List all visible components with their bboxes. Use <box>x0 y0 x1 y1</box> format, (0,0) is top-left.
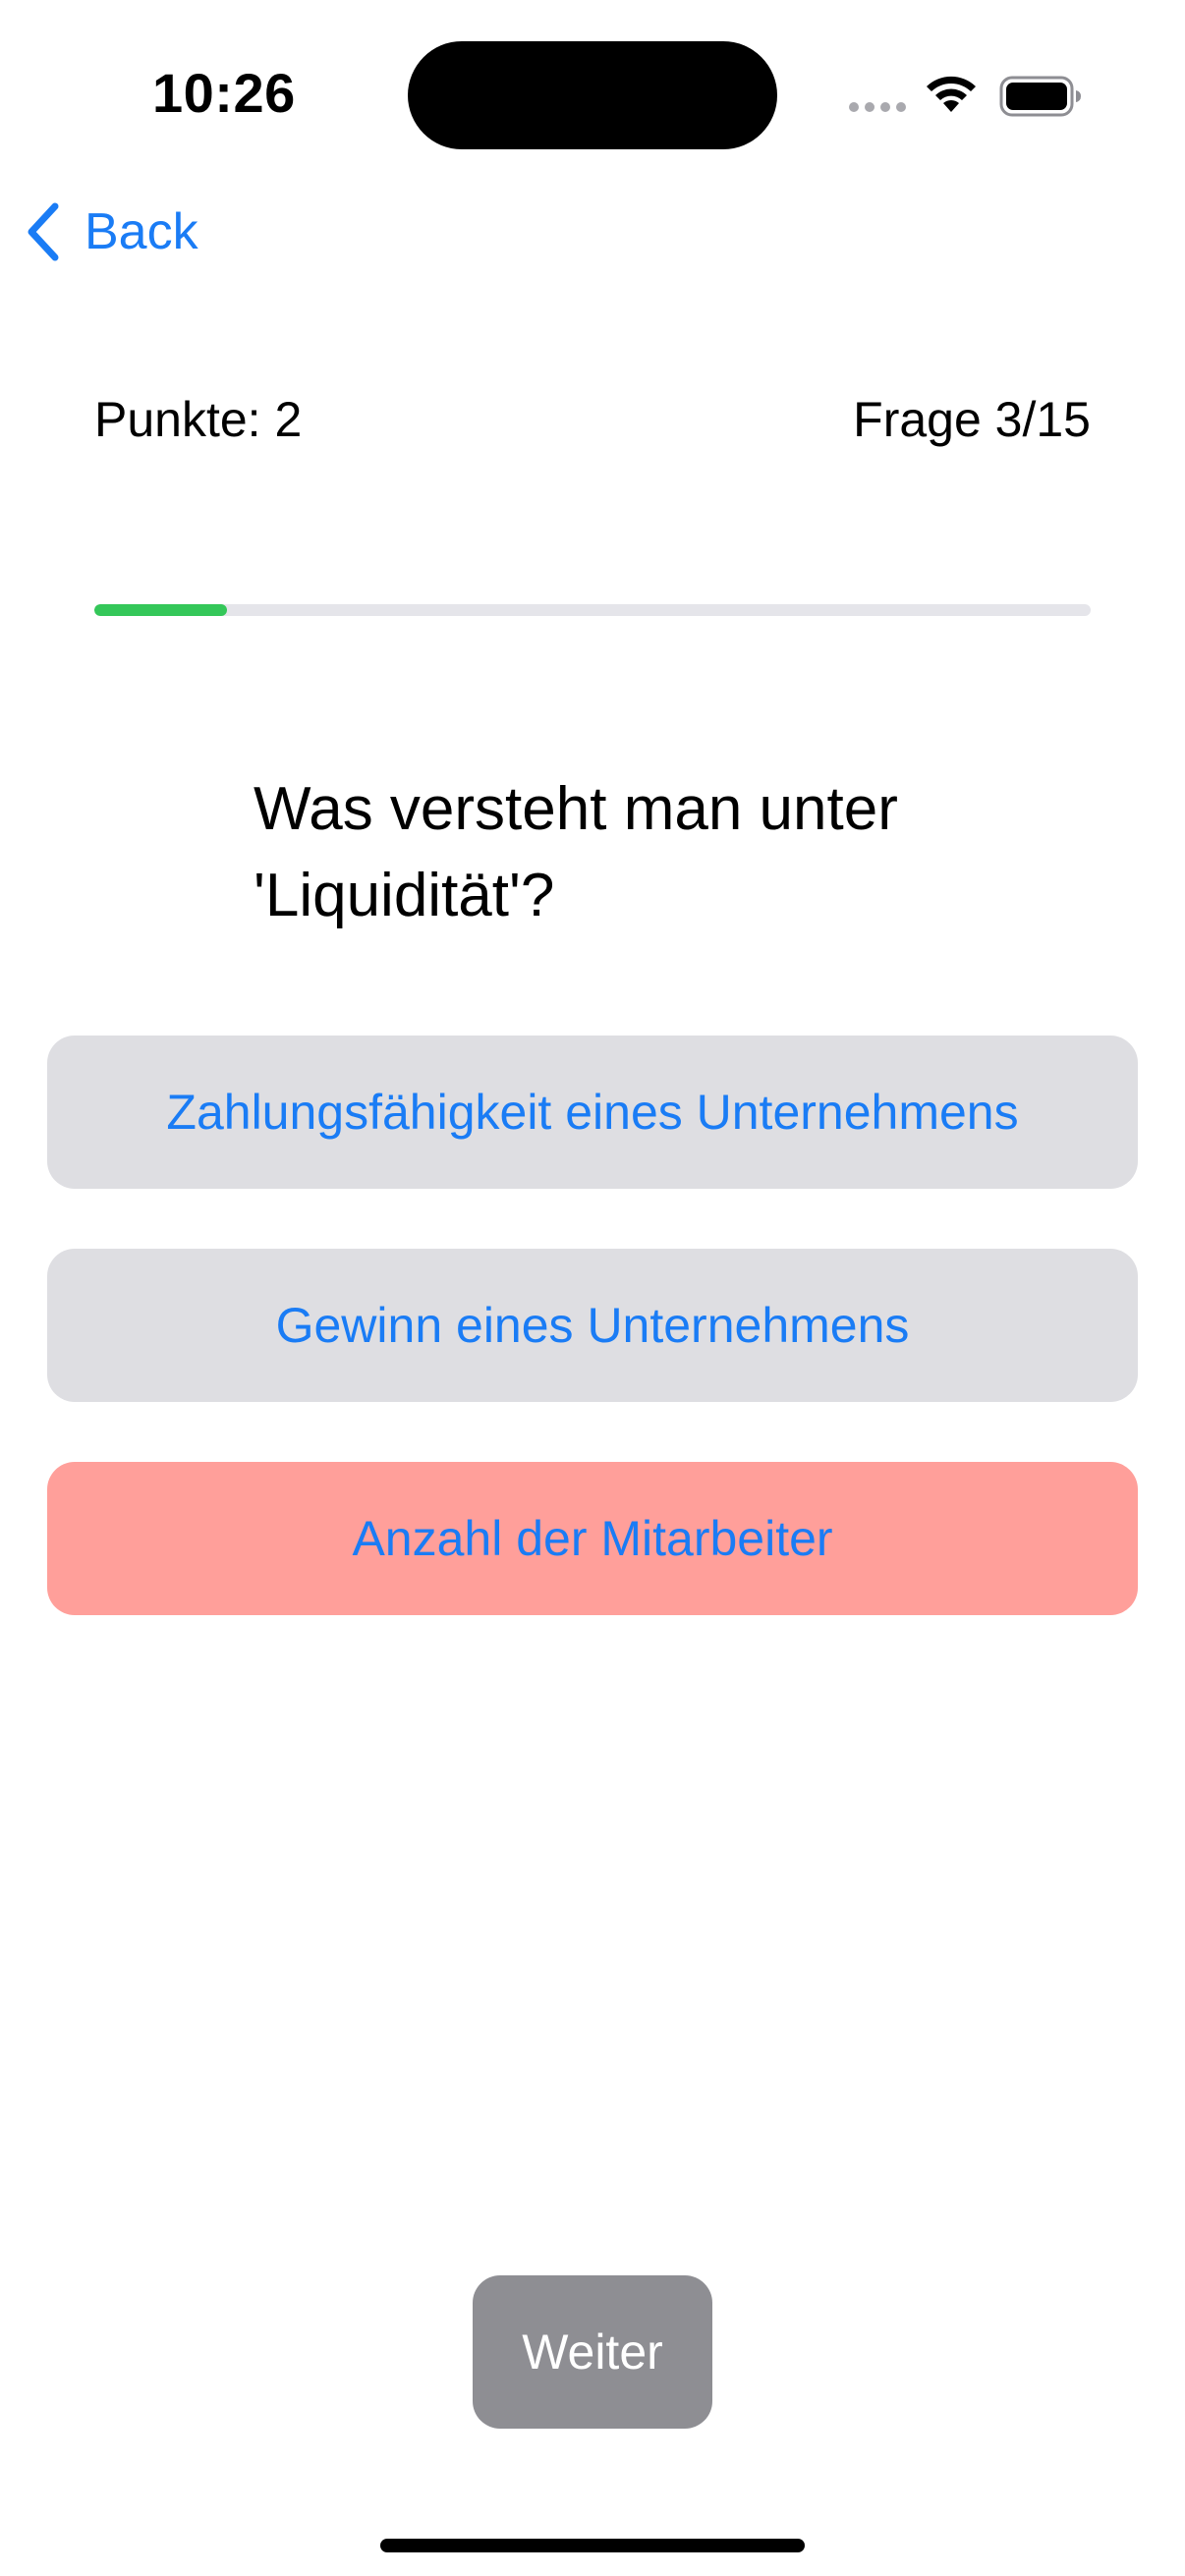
chevron-left-icon <box>28 202 59 261</box>
answer-label: Anzahl der Mitarbeiter <box>352 1511 833 1566</box>
progress-bar <box>94 604 1091 616</box>
wifi-icon <box>927 76 976 112</box>
answer-button-3[interactable]: Anzahl der Mitarbeiter <box>47 1462 1138 1615</box>
question-counter: Frage 3/15 <box>853 392 1091 447</box>
home-indicator[interactable] <box>380 2539 805 2552</box>
next-label: Weiter <box>522 2324 663 2380</box>
answer-label: Gewinn eines Unternehmens <box>275 1298 910 1353</box>
dynamic-island <box>408 41 777 149</box>
answer-button-1[interactable]: Zahlungsfähigkeit eines Unternehmens <box>47 1036 1138 1189</box>
answer-button-2[interactable]: Gewinn eines Unternehmens <box>47 1249 1138 1402</box>
back-button[interactable]: Back <box>24 196 198 267</box>
back-label: Back <box>85 203 198 260</box>
score-label: Punkte: 2 <box>94 392 303 447</box>
progress-fill <box>94 604 227 616</box>
question-text: Was versteht man unter 'Liquidität'? <box>254 775 898 929</box>
cellular-signal-icon <box>849 102 906 112</box>
battery-icon <box>999 76 1081 117</box>
next-button[interactable]: Weiter <box>473 2275 712 2429</box>
status-time: 10:26 <box>152 62 296 124</box>
answer-label: Zahlungsfähigkeit eines Unternehmens <box>166 1085 1019 1140</box>
